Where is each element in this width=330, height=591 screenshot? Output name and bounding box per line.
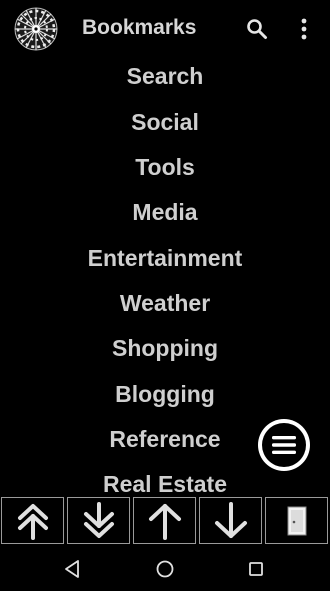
overflow-menu-button[interactable] — [293, 15, 315, 43]
search-icon — [247, 19, 267, 39]
nav-home-icon — [156, 560, 174, 578]
nav-recents-icon — [249, 562, 263, 576]
list-item[interactable]: Blogging — [0, 381, 330, 408]
arrow-up-icon — [148, 503, 181, 540]
double-arrow-down-icon — [83, 501, 114, 538]
page-down-button[interactable] — [199, 497, 262, 544]
scroll-to-bottom-button[interactable] — [67, 497, 130, 544]
arrow-down-icon — [214, 501, 247, 538]
list-item[interactable]: Media — [0, 199, 330, 226]
nav-back-button[interactable] — [58, 554, 88, 584]
list-item[interactable]: Social — [0, 109, 330, 136]
exit-button[interactable] — [265, 497, 328, 544]
fab-inner — [262, 423, 306, 467]
list-item[interactable]: Search — [0, 63, 330, 90]
app-bar: Bookmarks — [0, 0, 330, 58]
system-nav-bar — [0, 546, 330, 591]
page-title: Bookmarks — [82, 16, 197, 39]
nav-recents-button[interactable] — [241, 554, 271, 584]
list-item[interactable]: Real Estate — [0, 471, 330, 496]
list-item[interactable]: Weather — [0, 290, 330, 317]
list-item[interactable]: Shopping — [0, 335, 330, 362]
page-up-button[interactable] — [133, 497, 196, 544]
exit-door-icon — [287, 506, 306, 535]
nav-back-icon — [65, 560, 79, 578]
nav-home-button[interactable] — [150, 554, 180, 584]
double-arrow-up-icon — [17, 503, 48, 540]
more-vertical-icon — [301, 18, 307, 40]
hamburger-menu-icon — [272, 436, 296, 454]
list-item[interactable]: Entertainment — [0, 245, 330, 272]
bottom-toolbar — [0, 496, 330, 546]
scroll-to-top-button[interactable] — [1, 497, 64, 544]
dartboard-icon[interactable] — [14, 7, 58, 51]
search-button[interactable] — [245, 17, 269, 41]
list-item[interactable]: Tools — [0, 154, 330, 181]
fab-menu-button[interactable] — [258, 419, 310, 471]
